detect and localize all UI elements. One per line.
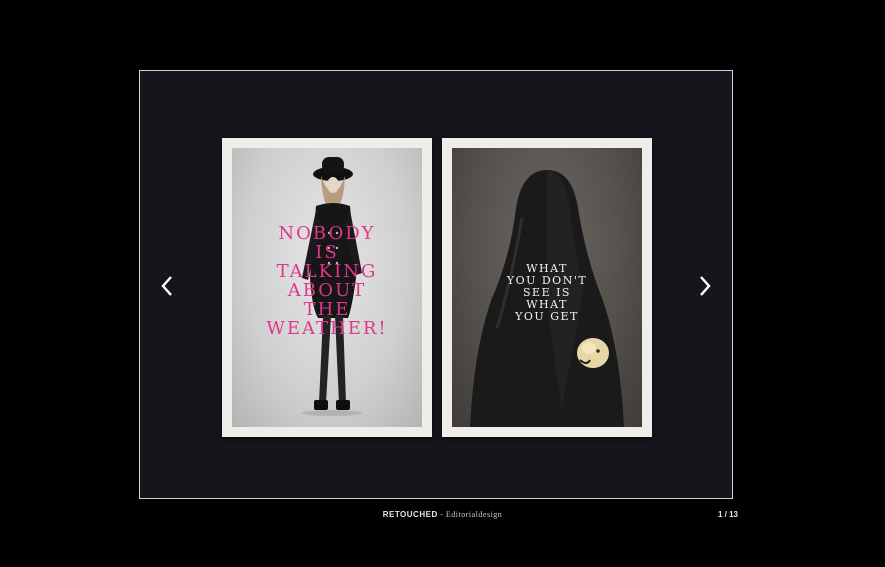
headline-line: IS	[315, 242, 339, 263]
caption-title: RETOUCHED	[382, 510, 438, 519]
headline-line: WEATHER!	[266, 318, 388, 339]
headline-line: YOU GET	[515, 310, 579, 323]
gallery-caption: RETOUCHED - Editorialdesign	[0, 510, 885, 519]
poster-what-you-dont-see: WHAT YOU DON'T SEE IS WHAT YOU GET	[442, 138, 652, 437]
previous-button[interactable]	[150, 269, 184, 303]
poster-nobody-is-talking: NOBODY IS TALKING ABOUT THE WEATHER!	[222, 138, 432, 437]
caption-separator: -	[437, 510, 446, 519]
gallery-stage: NOBODY IS TALKING ABOUT THE WEATHER! WHA…	[139, 70, 733, 499]
poster-headline-pink: NOBODY IS TALKING ABOUT THE WEATHER!	[232, 224, 422, 338]
poster-headline-white: WHAT YOU DON'T SEE IS WHAT YOU GET	[452, 263, 642, 323]
headline-line: ABOUT	[287, 280, 367, 301]
chevron-right-icon	[700, 276, 711, 296]
poster-photo-veiled-figure: WHAT YOU DON'T SEE IS WHAT YOU GET	[452, 148, 642, 427]
headline-line: THE	[303, 299, 351, 320]
next-button[interactable]	[688, 269, 722, 303]
headline-line: TALKING	[276, 261, 378, 282]
poster-photo-woman: NOBODY IS TALKING ABOUT THE WEATHER!	[232, 148, 422, 427]
caption-subtitle: Editorialdesign	[445, 510, 503, 519]
headline-line: NOBODY	[278, 223, 376, 244]
slide-counter: 1 / 13	[717, 510, 738, 519]
chevron-left-icon	[161, 276, 172, 296]
